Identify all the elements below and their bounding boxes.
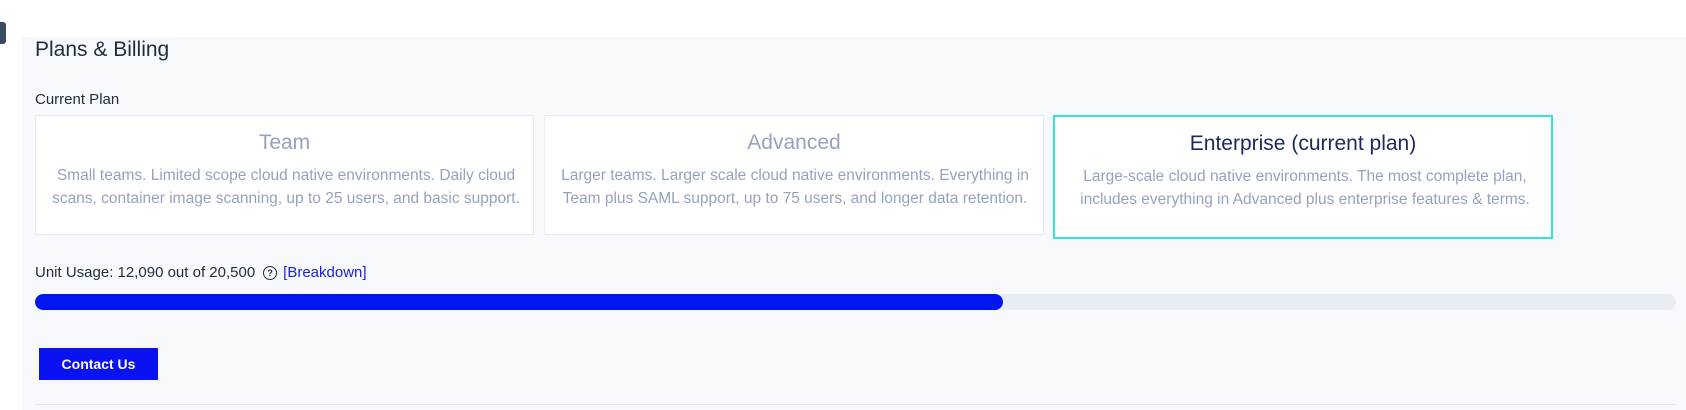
- plan-card-enterprise[interactable]: Enterprise (current plan) Large-scale cl…: [1053, 115, 1553, 239]
- unit-usage-progress-fill: [35, 294, 1003, 310]
- plan-name: Enterprise (current plan): [1189, 132, 1417, 155]
- plans-billing-panel: Plans & Billing Current Plan Team Small …: [22, 37, 1686, 410]
- collapsed-sidebar-tab[interactable]: [0, 22, 6, 44]
- plan-description: Small teams. Limited scope cloud native …: [52, 167, 520, 207]
- plan-description: Larger teams. Larger scale cloud native …: [561, 167, 1029, 207]
- current-plan-label: Current Plan: [35, 91, 120, 108]
- question-circle-icon[interactable]: ?: [263, 265, 278, 280]
- section-divider: [35, 404, 1676, 405]
- plan-description: Large-scale cloud native environments. T…: [1080, 168, 1530, 208]
- plan-cards: Team Small teams. Limited scope cloud na…: [35, 115, 1676, 239]
- plan-name: Team: [258, 131, 311, 154]
- contact-us-button[interactable]: Contact Us: [39, 348, 158, 380]
- plan-card-advanced[interactable]: Advanced Larger teams. Larger scale clou…: [544, 115, 1044, 235]
- unit-usage-row: Unit Usage: 12,090 out of 20,500 ? [Brea…: [35, 264, 367, 281]
- unit-usage-progress-bar: [35, 294, 1676, 310]
- plan-name: Advanced: [747, 131, 841, 154]
- page-title: Plans & Billing: [35, 38, 170, 61]
- plan-card-team[interactable]: Team Small teams. Limited scope cloud na…: [35, 115, 534, 235]
- unit-usage-text: Unit Usage: 12,090 out of 20,500: [35, 264, 256, 281]
- breakdown-link[interactable]: [Breakdown]: [283, 264, 366, 281]
